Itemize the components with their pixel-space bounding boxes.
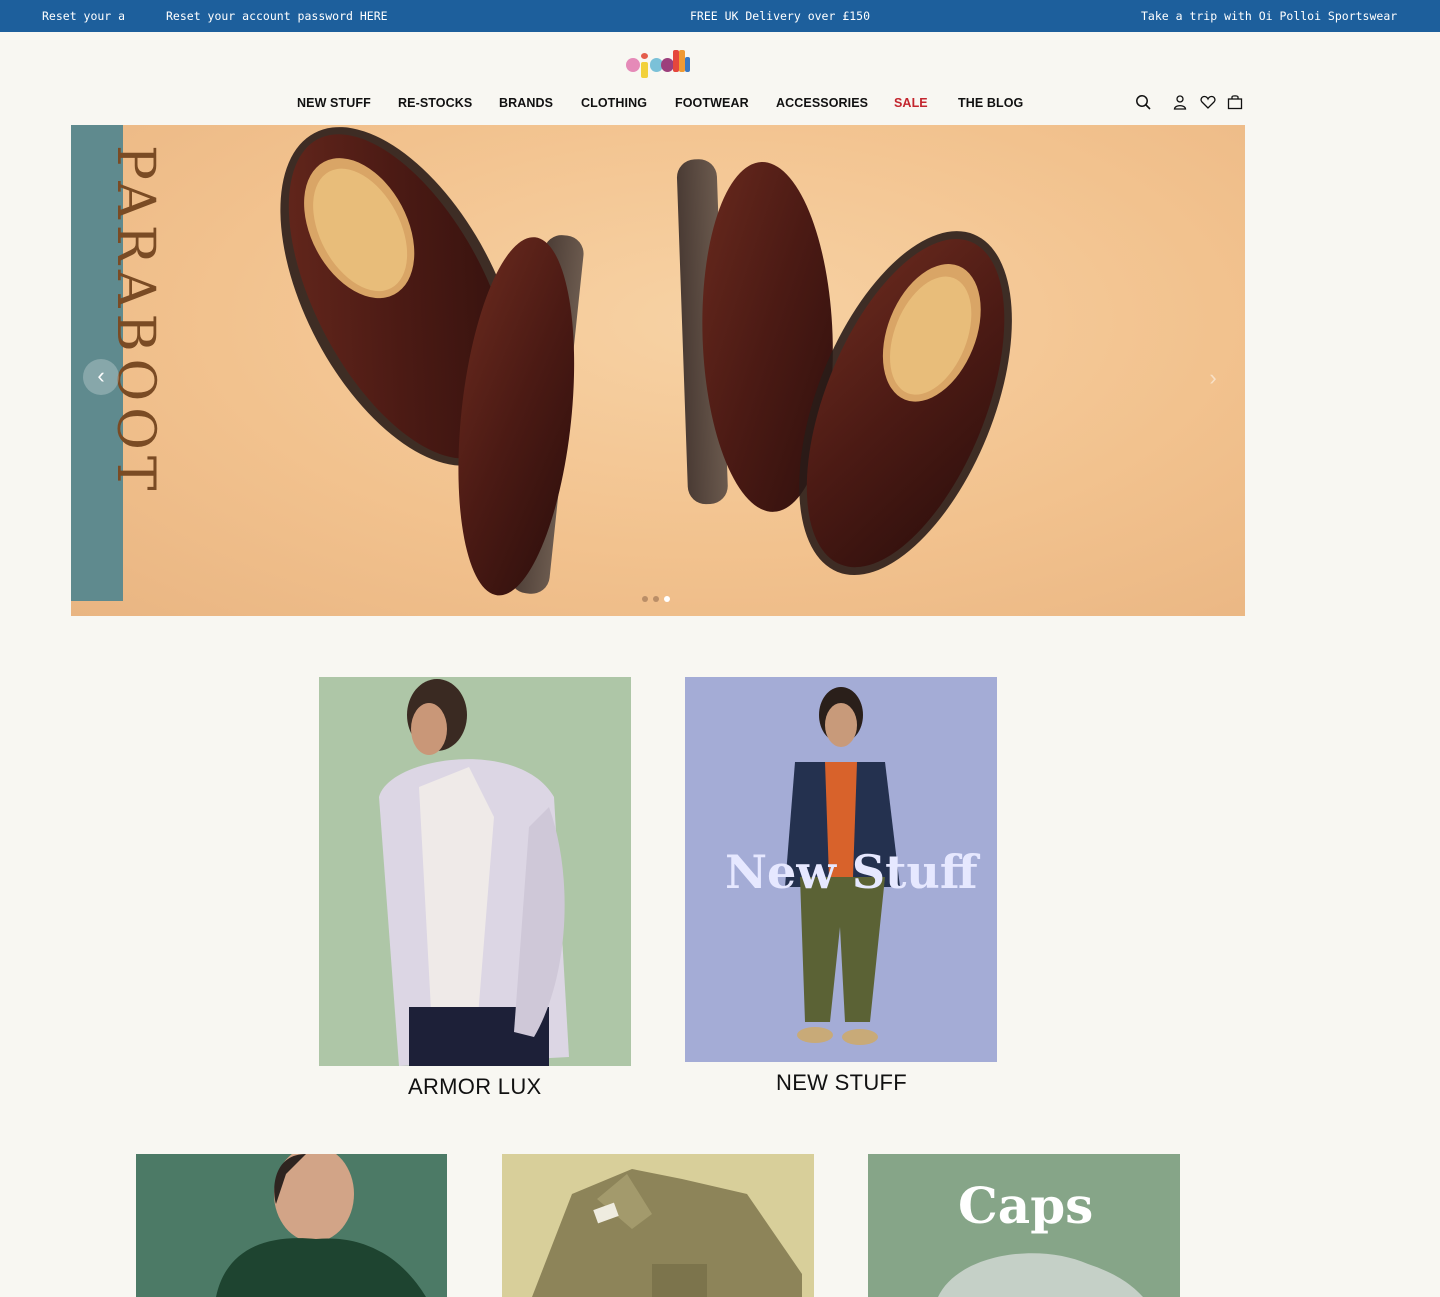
search-icon[interactable] (1135, 94, 1151, 110)
announcement-bar: Reset your account password HERE Reset y… (0, 0, 1440, 32)
nav-re-stocks[interactable]: RE-STOCKS (398, 96, 472, 110)
announcement-item[interactable]: Reset your account password HERE (166, 9, 388, 23)
slider-next-button[interactable]: › (1195, 361, 1231, 397)
announcement-item[interactable]: FREE UK Delivery over £150 (690, 9, 870, 23)
slider-dots (642, 596, 676, 604)
promo-image-armor-lux (379, 679, 569, 1066)
site-logo[interactable] (626, 50, 690, 80)
slider-dot[interactable] (653, 596, 659, 602)
slider-dot[interactable] (642, 596, 648, 602)
bag-icon[interactable] (1227, 94, 1243, 110)
nav-brands[interactable]: BRANDS (499, 96, 553, 110)
nav-clothing[interactable]: CLOTHING (581, 96, 647, 110)
promo-image-fleece (216, 1154, 426, 1297)
slider-prev-button[interactable]: ‹ (83, 359, 119, 395)
nav-new-stuff[interactable]: NEW STUFF (297, 96, 371, 110)
account-icon[interactable] (1172, 94, 1188, 110)
nav-sale[interactable]: SALE (894, 96, 928, 110)
hero-slider[interactable]: PARABOOT ‹ › (71, 125, 1245, 616)
nav-footwear[interactable]: FOOTWEAR (675, 96, 749, 110)
announcement-item[interactable]: Take a trip with Oi Polloi Sportswear (1141, 9, 1397, 23)
promo-image-caps (938, 1253, 1143, 1297)
promo-title[interactable]: NEW STUFF (776, 1070, 907, 1096)
nav-accessories[interactable]: ACCESSORIES (776, 96, 868, 110)
announcement-item[interactable]: Reset your account password HERE (42, 9, 124, 23)
promo-tile-caps[interactable]: Caps (868, 1154, 1180, 1297)
promo-tile-armor-lux[interactable] (319, 677, 631, 1066)
promo-tile-new-stuff[interactable]: New Stuff (685, 677, 997, 1062)
promo-image-overshirt (532, 1169, 802, 1297)
promo-tile-fleece[interactable] (136, 1154, 447, 1297)
promo-title[interactable]: ARMOR LUX (408, 1074, 542, 1100)
hero-image-shoes (280, 127, 1012, 596)
wishlist-icon[interactable] (1200, 94, 1216, 110)
promo-overlay-text: New Stuff (725, 845, 978, 899)
promo-tile-overshirt[interactable] (502, 1154, 814, 1297)
slider-dot-active[interactable] (664, 596, 670, 602)
nav-the-blog[interactable]: THE BLOG (958, 96, 1023, 110)
main-nav: NEW STUFF RE-STOCKS BRANDS CLOTHING FOOT… (0, 96, 1440, 112)
